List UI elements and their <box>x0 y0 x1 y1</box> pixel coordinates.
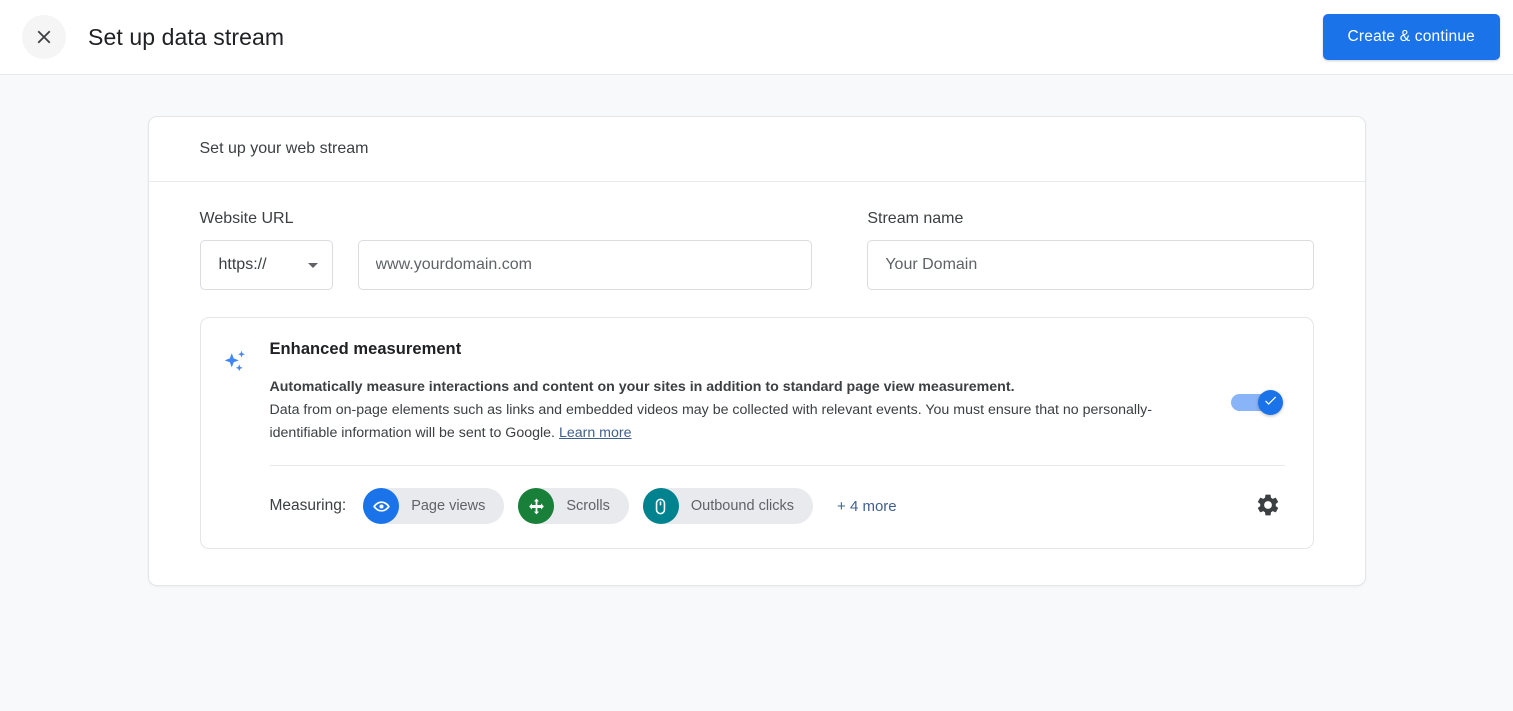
card-body: Website URL https:// Stream name <box>149 182 1365 585</box>
chip-label: Page views <box>411 498 485 514</box>
mouse-icon <box>643 488 679 524</box>
check-icon <box>1263 393 1278 413</box>
web-stream-setup-card: Set up your web stream Website URL https… <box>148 116 1366 586</box>
enhanced-measurement-content: Enhanced measurement Automatically measu… <box>270 340 1285 524</box>
stream-name-label: Stream name <box>867 210 1313 228</box>
protocol-select[interactable]: https:// <box>200 240 333 290</box>
enhanced-measurement-toggle[interactable] <box>1231 392 1283 412</box>
enhanced-measurement-desc: Data from on-page elements such as links… <box>270 399 1175 445</box>
enhanced-measurement-title: Enhanced measurement <box>270 340 1207 359</box>
toggle-thumb <box>1258 390 1283 415</box>
chevron-down-icon <box>308 263 318 268</box>
enhanced-measurement-head-row: Enhanced measurement Automatically measu… <box>270 340 1285 445</box>
eye-icon <box>363 488 399 524</box>
create-and-continue-button[interactable]: Create & continue <box>1323 14 1500 60</box>
card-title: Set up your web stream <box>200 140 369 158</box>
page-content: Set up your web stream Website URL https… <box>0 75 1513 586</box>
chip-outbound-clicks[interactable]: Outbound clicks <box>643 488 813 524</box>
website-url-label: Website URL <box>200 210 813 228</box>
enhanced-measurement-divider <box>270 465 1285 466</box>
measuring-row: Measuring: Page views <box>270 488 1285 524</box>
website-url-inputs: https:// <box>200 240 813 290</box>
close-icon <box>33 26 55 48</box>
more-measurements-link[interactable]: + 4 more <box>837 498 897 515</box>
sparkle-icon <box>221 348 251 524</box>
website-url-input[interactable] <box>358 240 813 290</box>
chip-page-views[interactable]: Page views <box>363 488 504 524</box>
enhanced-measurement-toggle-wrapper <box>1231 340 1285 412</box>
chip-label: Outbound clicks <box>691 498 794 514</box>
sparkle-icon-wrapper <box>219 340 253 524</box>
form-fields-row: Website URL https:// Stream name <box>200 210 1314 290</box>
stream-name-input[interactable] <box>867 240 1313 290</box>
top-app-bar: Set up data stream Create & continue <box>0 0 1513 75</box>
scroll-move-icon <box>518 488 554 524</box>
chip-scrolls[interactable]: Scrolls <box>518 488 629 524</box>
card-header: Set up your web stream <box>149 117 1365 182</box>
enhanced-measurement-panel: Enhanced measurement Automatically measu… <box>200 317 1314 549</box>
chip-label: Scrolls <box>566 498 610 514</box>
enhanced-measurement-texts: Enhanced measurement Automatically measu… <box>270 340 1231 445</box>
website-url-group: Website URL https:// <box>200 210 813 290</box>
enhanced-measurement-settings-button[interactable] <box>1251 489 1285 523</box>
gear-icon <box>1255 492 1281 521</box>
measuring-label: Measuring: <box>270 497 347 515</box>
protocol-select-value: https:// <box>219 256 267 274</box>
page-title: Set up data stream <box>88 24 284 51</box>
stream-name-group: Stream name <box>867 210 1313 290</box>
learn-more-link[interactable]: Learn more <box>559 425 632 441</box>
close-button[interactable] <box>22 15 66 59</box>
enhanced-measurement-desc-text: Data from on-page elements such as links… <box>270 402 1153 441</box>
enhanced-measurement-desc-bold: Automatically measure interactions and c… <box>270 376 1207 399</box>
